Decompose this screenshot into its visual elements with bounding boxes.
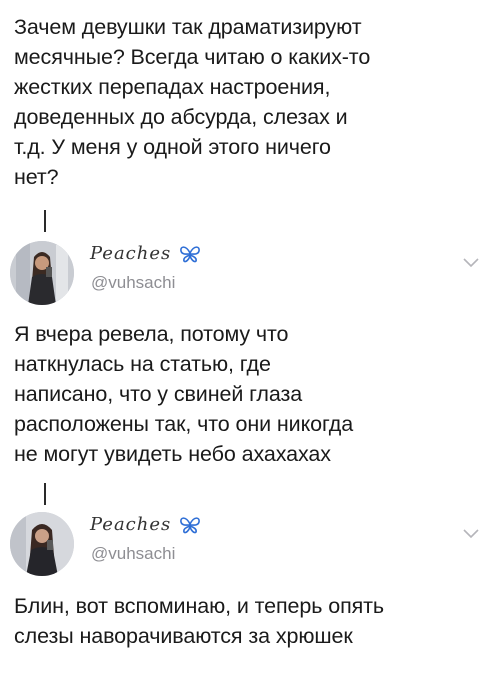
avatar[interactable] [10,512,74,576]
butterfly-icon [180,517,200,534]
display-name-text: Peaches [90,514,172,535]
thread-connector-line [44,483,46,505]
tweet-author-row[interactable]: Peaches @vuhsachi [10,241,494,311]
tweet-text-1: Зачем девушки так драматизируют месячные… [14,15,371,189]
tweet-author-row[interactable]: Peaches @vuhsachi [10,512,494,582]
butterfly-icon [180,246,200,263]
user-handle[interactable]: @vuhsachi [91,544,175,564]
display-name-text: Peaches [90,243,172,264]
tweet-text-2: Я вчера ревела, потому что наткнулась на… [14,322,354,466]
display-name[interactable]: Peaches [90,243,200,264]
chevron-down-icon[interactable] [462,257,480,269]
thread-connector-line [44,210,46,232]
tweet-text-3: Блин, вот вспоминаю, и теперь опять слез… [14,594,385,648]
user-handle[interactable]: @vuhsachi [91,273,175,293]
display-name[interactable]: Peaches [90,514,200,535]
avatar[interactable] [10,241,74,305]
chevron-down-icon[interactable] [462,528,480,540]
